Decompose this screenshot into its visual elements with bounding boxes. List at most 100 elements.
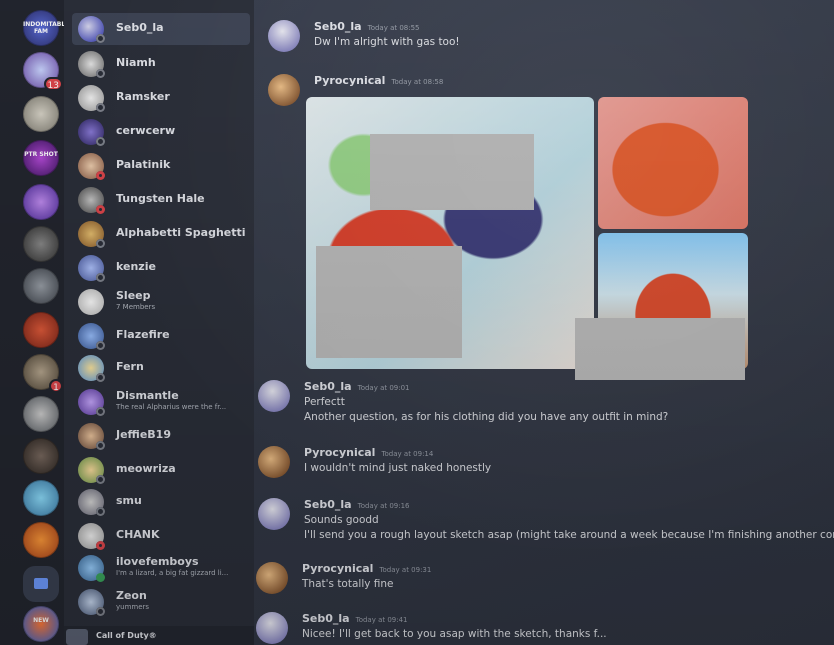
server-icon[interactable]	[23, 480, 59, 516]
server-icon[interactable]	[23, 96, 59, 132]
dm-item[interactable]: Fern	[72, 352, 250, 384]
server-icon[interactable]	[23, 522, 59, 558]
activity-bar[interactable]: Call of Duty®	[64, 626, 254, 645]
member-name: smu	[116, 494, 142, 507]
dm-item[interactable]: Ramsker	[72, 82, 250, 114]
status-indicator	[96, 373, 105, 382]
folder-icon	[34, 578, 48, 589]
server-icon[interactable]	[23, 226, 59, 262]
member-name: meowriza	[116, 462, 176, 475]
member-name: Flazefire	[116, 328, 170, 341]
message-text: I'll send you a rough layout sketch asap…	[304, 529, 834, 541]
member-name: cerwcerw	[116, 124, 176, 137]
dm-item[interactable]: smu	[72, 486, 250, 518]
dm-item[interactable]: meowriza	[72, 454, 250, 486]
member-name: Fern	[116, 360, 144, 373]
member-name: Dismantle	[116, 389, 179, 402]
discord-screen: INDOMITABLE FAM 13 PTR SHOT 1 NEW Seb0_l…	[0, 0, 834, 645]
status-indicator	[96, 341, 105, 350]
server-label: INDOMITABLE FAM	[23, 21, 70, 35]
dm-item[interactable]: Alphabetti Spaghetti	[72, 218, 250, 250]
activity-label: Call of Duty®	[96, 631, 157, 640]
avatar[interactable]	[268, 20, 300, 52]
author-name: Seb0_la	[304, 498, 352, 511]
server-icon[interactable]	[23, 268, 59, 304]
server-folder-button[interactable]	[23, 566, 59, 602]
avatar[interactable]	[256, 612, 288, 644]
member-name: Niamh	[116, 56, 156, 69]
message-author[interactable]: Seb0_la Today at 09:01	[304, 380, 410, 393]
dm-item[interactable]: Seb0_la	[72, 13, 250, 45]
status-indicator	[96, 103, 105, 112]
server-icon[interactable]	[23, 184, 59, 220]
author-name: Pyrocynical	[302, 562, 374, 575]
member-name: Seb0_la	[116, 21, 164, 34]
dm-item[interactable]: JeffieB19	[72, 420, 250, 452]
message-author[interactable]: Pyrocynical Today at 09:14	[304, 446, 433, 459]
status-indicator	[96, 239, 105, 248]
member-name: Palatinik	[116, 158, 171, 171]
chat-message: Pyrocynical Today at 09:31 That's totally…	[256, 562, 834, 602]
author-name: Seb0_la	[304, 380, 352, 393]
dm-item[interactable]: Tungsten Hale	[72, 184, 250, 216]
artwork-image[interactable]	[598, 97, 748, 229]
member-list: Seb0_la Niamh Ramsker cerwcerw Palatinik…	[64, 0, 254, 645]
server-icon[interactable]	[23, 438, 59, 474]
avatar[interactable]	[268, 74, 300, 106]
status-indicator	[96, 205, 105, 214]
message-author[interactable]: Pyrocynical Today at 09:31	[302, 562, 431, 575]
message-text: Another question, as for his clothing di…	[304, 411, 669, 423]
dm-item[interactable]: ilovefemboys I'm a lizard, a big fat giz…	[72, 552, 250, 584]
dm-item[interactable]: Flazefire	[72, 320, 250, 352]
mention-badge: 13	[43, 77, 63, 91]
server-icon[interactable]: INDOMITABLE FAM	[23, 10, 70, 46]
redaction-block	[575, 318, 745, 380]
group-dm-item[interactable]: Sleep 7 Members	[72, 286, 250, 318]
dm-item[interactable]: cerwcerw	[72, 116, 250, 148]
member-subtitle: I'm a lizard, a big fat gizzard li...	[116, 569, 229, 577]
message-timestamp: Today at 08:55	[367, 24, 420, 32]
member-name: ilovefemboys	[116, 555, 199, 568]
avatar[interactable]	[258, 446, 290, 478]
dm-item[interactable]: Palatinik	[72, 150, 250, 182]
server-rail: INDOMITABLE FAM 13 PTR SHOT 1 NEW	[0, 0, 70, 645]
member-subtitle: The real Alpharius were the fr...	[116, 403, 227, 411]
server-icon[interactable]: 1	[23, 354, 63, 393]
status-indicator	[96, 607, 105, 616]
avatar[interactable]	[258, 380, 290, 412]
game-icon	[66, 629, 88, 645]
server-icon[interactable]	[23, 312, 59, 348]
message-text: Dw I'm alright with gas too!	[314, 36, 460, 48]
member-name: JeffieB19	[116, 428, 171, 441]
message-text: Sounds goodd	[304, 514, 379, 526]
chat-message: Seb0_la Today at 08:55 Dw I'm alright wit…	[268, 20, 828, 60]
server-icon[interactable]: PTR SHOT	[23, 140, 59, 176]
author-name: Pyrocynical	[314, 74, 386, 87]
message-text: I wouldn't mind just naked honestly	[304, 462, 492, 474]
message-author[interactable]: Seb0_la Today at 09:16	[304, 498, 410, 511]
status-indicator	[96, 541, 105, 550]
server-icon[interactable]: NEW	[23, 606, 59, 642]
dm-item[interactable]: kenzie	[72, 252, 250, 284]
server-label: NEW	[33, 617, 49, 624]
avatar[interactable]	[256, 562, 288, 594]
status-indicator	[96, 573, 105, 582]
message-author[interactable]: Pyrocynical Today at 08:58	[314, 74, 443, 87]
chat-message: Pyrocynical Today at 09:14 I wouldn't min…	[258, 446, 834, 486]
message-text: Nicee! I'll get back to you asap with th…	[302, 628, 607, 640]
avatar[interactable]	[258, 498, 290, 530]
server-icon[interactable]: 13	[23, 52, 63, 91]
message-author[interactable]: Seb0_la Today at 08:55	[314, 20, 420, 33]
dm-item[interactable]: Niamh	[72, 48, 250, 80]
author-name: Seb0_la	[302, 612, 350, 625]
dm-item[interactable]: Dismantle The real Alpharius were the fr…	[72, 386, 250, 418]
dm-item[interactable]: Zeon yummers	[72, 586, 250, 618]
dm-item[interactable]: CHANK	[72, 520, 250, 552]
author-name: Pyrocynical	[304, 446, 376, 459]
mention-badge: 1	[49, 379, 63, 393]
member-name: Alphabetti Spaghetti	[116, 226, 246, 239]
message-author[interactable]: Seb0_la Today at 09:41	[302, 612, 408, 625]
server-icon[interactable]	[23, 396, 59, 432]
chat-message: Seb0_la Today at 09:41 Nicee! I'll get ba…	[256, 612, 834, 645]
status-indicator	[96, 407, 105, 416]
